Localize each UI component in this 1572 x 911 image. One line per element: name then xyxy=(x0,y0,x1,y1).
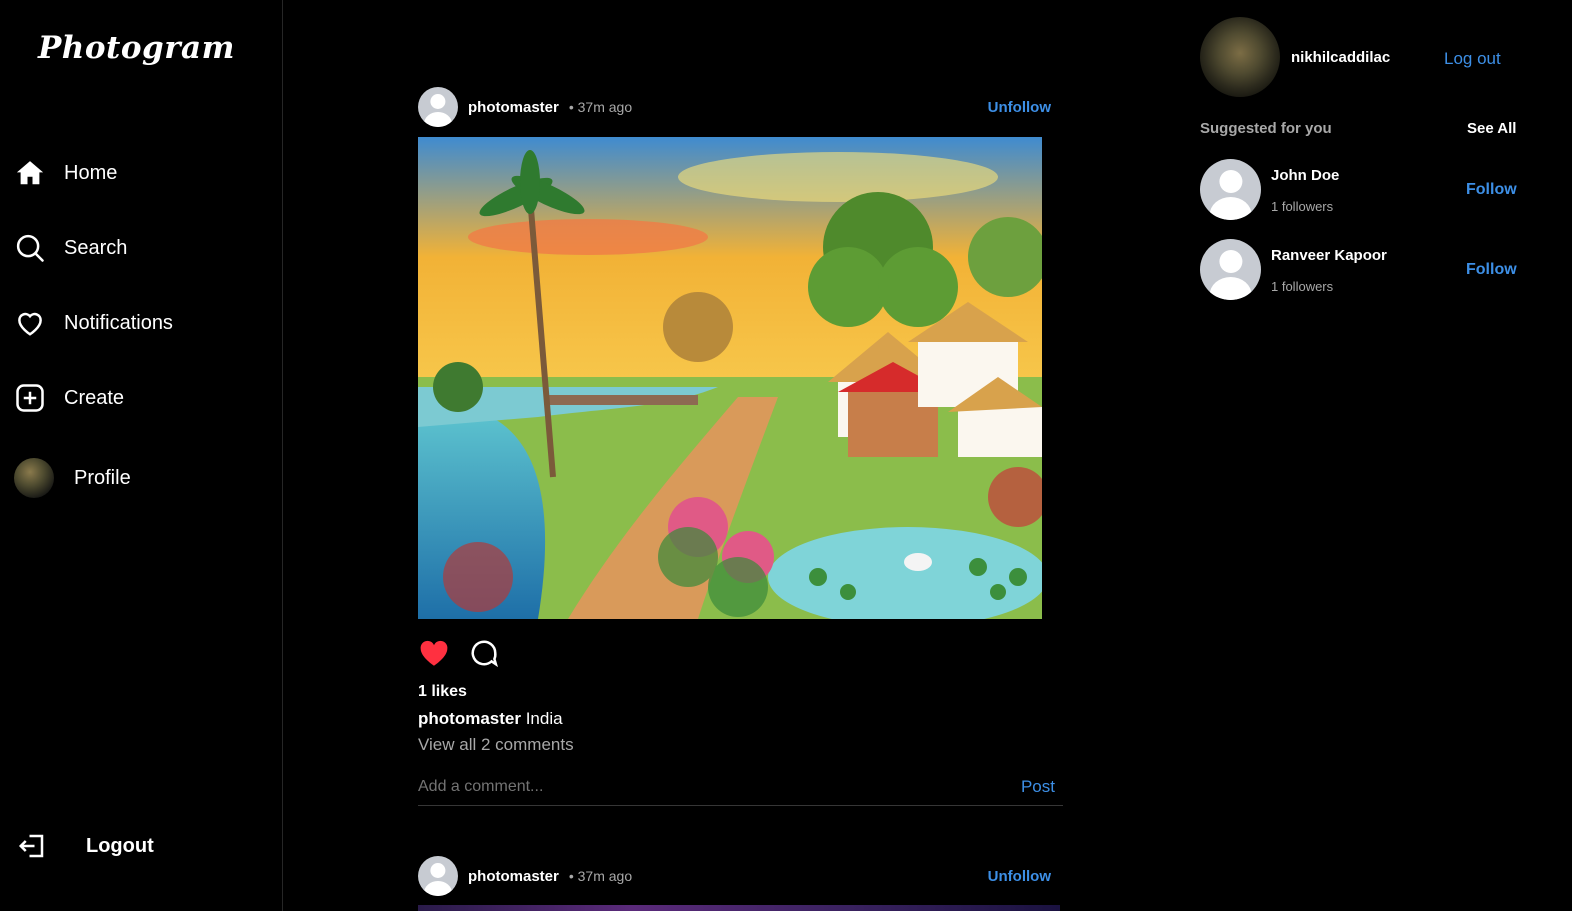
comment-input[interactable] xyxy=(418,777,978,796)
post-username[interactable]: photomaster xyxy=(468,868,559,885)
unfollow-button[interactable]: Unfollow xyxy=(988,99,1051,116)
post-header: photomaster • 37m ago Unfollow xyxy=(418,86,1063,128)
likes-count: 1 likes xyxy=(418,683,467,700)
sidebar-item-label: Home xyxy=(64,161,118,184)
logout-icon xyxy=(16,830,48,862)
suggestion-name[interactable]: John Doe xyxy=(1271,167,1339,184)
suggestion-avatar[interactable] xyxy=(1200,239,1261,300)
current-username[interactable]: nikhilcaddilac xyxy=(1291,49,1390,66)
post-image[interactable] xyxy=(418,137,1042,619)
sidebar: Photogram Home Search Notifications Crea… xyxy=(0,0,283,911)
unfollow-button[interactable]: Unfollow xyxy=(988,868,1051,885)
post-time: • 37m ago xyxy=(568,99,633,115)
user-avatar[interactable] xyxy=(418,856,458,896)
like-heart-icon[interactable] xyxy=(418,637,450,669)
post-time: • 37m ago xyxy=(568,868,633,884)
logout-label: Logout xyxy=(86,834,154,857)
post-comment-button[interactable]: Post xyxy=(1021,777,1055,797)
post-caption: photomaster India xyxy=(418,709,563,729)
plus-square-icon xyxy=(14,382,46,414)
avatar xyxy=(14,458,54,498)
logout-button[interactable]: Logout xyxy=(16,824,154,868)
app-logo[interactable]: Photogram xyxy=(38,30,235,66)
sidebar-item-label: Search xyxy=(64,236,128,259)
caption-text: India xyxy=(525,709,563,728)
sidebar-item-home[interactable]: Home xyxy=(14,151,117,195)
log-out-link[interactable]: Log out xyxy=(1444,49,1501,69)
home-icon xyxy=(14,157,46,189)
caption-username[interactable]: photomaster xyxy=(418,709,521,728)
comment-icon[interactable] xyxy=(468,637,500,669)
suggestion-followers: 1 followers xyxy=(1271,199,1334,214)
sidebar-item-label: Notifications xyxy=(64,311,173,334)
suggestion-name[interactable]: Ranveer Kapoor xyxy=(1271,247,1387,264)
suggestion-item: John Doe 1 followers Follow xyxy=(1200,159,1530,221)
post-header: photomaster • 37m ago Unfollow xyxy=(418,855,1063,897)
sidebar-item-label: Create xyxy=(64,386,125,409)
suggestion-avatar[interactable] xyxy=(1200,159,1261,220)
sidebar-item-notifications[interactable]: Notifications xyxy=(14,301,173,345)
view-comments-link[interactable]: View all 2 comments xyxy=(418,735,574,755)
sidebar-item-search[interactable]: Search xyxy=(14,226,127,270)
comment-row: Post xyxy=(418,768,1063,806)
follow-button[interactable]: Follow xyxy=(1466,261,1517,279)
user-avatar[interactable] xyxy=(418,87,458,127)
current-user-avatar[interactable] xyxy=(1200,17,1280,97)
suggestion-followers: 1 followers xyxy=(1271,279,1334,294)
follow-button[interactable]: Follow xyxy=(1466,181,1517,199)
see-all-link[interactable]: See All xyxy=(1467,120,1516,137)
search-icon xyxy=(14,232,46,264)
suggestion-item: Ranveer Kapoor 1 followers Follow xyxy=(1200,239,1530,301)
post-username[interactable]: photomaster xyxy=(468,99,559,116)
sidebar-item-create[interactable]: Create xyxy=(14,376,124,420)
sidebar-item-label: Profile xyxy=(74,466,131,489)
sidebar-item-profile[interactable]: Profile xyxy=(14,456,131,500)
heart-icon xyxy=(14,307,46,339)
post-actions xyxy=(418,637,518,669)
suggested-title: Suggested for you xyxy=(1200,120,1332,137)
post-image[interactable] xyxy=(418,905,1060,911)
